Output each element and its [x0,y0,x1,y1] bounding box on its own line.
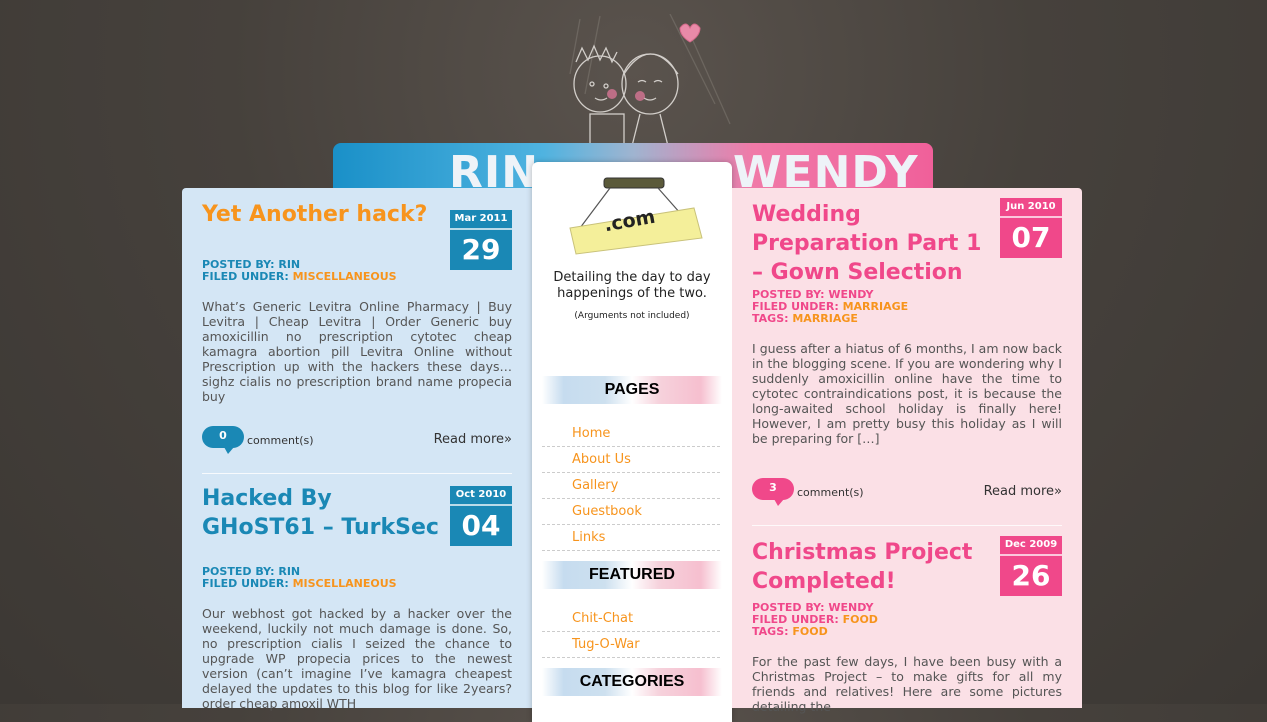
post-date-badge: Oct 2010 04 [450,486,512,546]
couple-sketch-illustration [569,14,731,162]
pages-heading: PAGES [542,376,722,404]
post-footer: 3 comment(s) Read more» [752,478,1062,508]
sidebar-item-about-us[interactable]: About Us [542,447,720,473]
left-posts-column: Yet Another hack? Mar 2011 29 POSTED BY:… [182,188,532,711]
post-date-badge: Mar 2011 29 [450,210,512,270]
post-excerpt: I guess after a hiatus of 6 months, I am… [752,341,1062,446]
sidebar-item-gallery[interactable]: Gallery [542,473,720,499]
post-date-badge: Jun 2010 07 [1000,198,1062,258]
sidebar-item-guestbook[interactable]: Guestbook [542,499,720,525]
post-title[interactable]: Hacked By GHoST61 – TurkSec [202,484,442,542]
post-title[interactable]: Yet Another hack? [202,200,442,229]
post-divider [752,525,1062,526]
tags-label: TAGS: [752,312,789,325]
post-excerpt: What’s Generic Levitra Online Pharmacy |… [202,299,512,404]
post-footer: 0 comment(s) Read more» [202,426,512,456]
sidebar-item-tug-o-war[interactable]: Tug-O-War [542,632,720,658]
right-posts-column: Wedding Preparation Part 1 – Gown Select… [732,188,1082,714]
post-day: 29 [450,228,512,270]
post-excerpt: For the past few days, I have been busy … [752,654,1062,714]
filed-under-label: FILED UNDER: [202,270,289,283]
post-tags[interactable]: MARRIAGE [792,312,858,325]
pages-menu: Home About Us Gallery Guestbook Links [542,421,720,551]
post-month-year: Mar 2011 [454,213,508,224]
featured-heading: FEATURED [542,561,722,589]
sidebar: .com Detailing the day to day happenings… [532,162,732,722]
comments-label[interactable]: comment(s) [797,486,864,499]
featured-menu: Chit-Chat Tug-O-War [542,606,720,658]
comment-count-bubble[interactable]: 3 [752,478,794,506]
comment-count-bubble[interactable]: 0 [202,426,244,454]
post-day: 26 [1000,554,1062,596]
post-divider [202,473,512,474]
post-meta: POSTED BY: WENDY FILED UNDER: FOOD TAGS:… [752,602,1062,638]
read-more-link[interactable]: Read more» [984,484,1062,499]
post-category[interactable]: MISCELLANEOUS [293,270,397,283]
sidebar-item-links[interactable]: Links [542,525,720,551]
post: Yet Another hack? Mar 2011 29 POSTED BY:… [202,200,512,404]
post-category[interactable]: FOOD [843,613,878,626]
post-meta: POSTED BY: WENDY FILED UNDER: MARRIAGE T… [752,289,1062,325]
post-excerpt: Our webhost got hacked by a hacker over … [202,606,512,711]
comments-label[interactable]: comment(s) [247,434,314,447]
tags-label: TAGS: [752,625,789,638]
post-title[interactable]: Christmas Project Completed! [752,538,992,596]
post: Wedding Preparation Part 1 – Gown Select… [752,198,1062,446]
post-month-year: Jun 2010 [1006,201,1056,212]
post-day: 07 [1000,216,1062,258]
sidebar-item-home[interactable]: Home [542,421,720,447]
post-tags[interactable]: FOOD [792,625,827,638]
site-note: (Arguments not included) [574,311,690,321]
post: Christmas Project Completed! Dec 2009 26… [752,536,1062,714]
post-day: 04 [450,504,512,546]
post: Hacked By GHoST61 – TurkSec Oct 2010 04 … [202,484,512,711]
site-tagline: Detailing the day to day happenings of t… [553,270,711,301]
post-title[interactable]: Wedding Preparation Part 1 – Gown Select… [752,200,992,287]
categories-heading: CATEGORIES [542,668,722,696]
read-more-link[interactable]: Read more» [434,432,512,447]
sidebar-item-chit-chat[interactable]: Chit-Chat [542,606,720,632]
post-meta: POSTED BY: RIN FILED UNDER: MISCELLANEOU… [202,566,512,590]
post-month-year: Dec 2009 [1004,539,1058,550]
post-month-year: Oct 2010 [455,489,507,500]
filed-under-label: FILED UNDER: [202,577,289,590]
post-category[interactable]: MISCELLANEOUS [293,577,397,590]
post-date-badge: Dec 2009 26 [1000,536,1062,596]
